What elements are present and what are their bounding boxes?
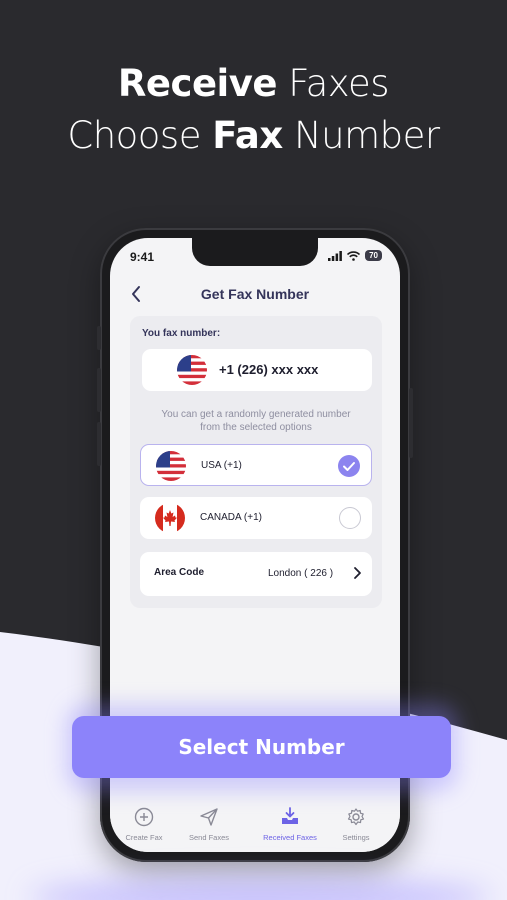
page-title: Get Fax Number bbox=[200, 286, 310, 302]
option-canada-label: CANADA (+1) bbox=[200, 512, 262, 523]
headline-fax: Fax bbox=[212, 114, 283, 157]
tab-received-faxes[interactable]: Received Faxes bbox=[254, 807, 326, 842]
hint-line-2: from the selected options bbox=[200, 422, 312, 433]
tab-send-faxes-label: Send Faxes bbox=[188, 833, 230, 842]
option-usa[interactable]: USA (+1) bbox=[140, 444, 372, 486]
phone-power-button bbox=[409, 388, 413, 458]
headline-number: Number bbox=[293, 114, 440, 157]
area-code-row[interactable]: Area Code London ( 226 ) bbox=[140, 552, 372, 596]
fax-number-card: You fax number: +1 (226) xxx xxx You can… bbox=[130, 316, 382, 608]
signal-icon bbox=[328, 250, 342, 261]
fax-number-display: +1 (226) xxx xxx bbox=[142, 349, 372, 391]
headline-faxes: Faxes bbox=[288, 62, 390, 105]
headline: Receive Faxes Choose Fax Number bbox=[0, 58, 507, 162]
paper-plane-icon bbox=[200, 808, 218, 826]
chevron-right-icon bbox=[354, 567, 361, 579]
gear-icon bbox=[347, 808, 365, 826]
check-icon[interactable] bbox=[338, 455, 360, 477]
tab-received-faxes-label: Received Faxes bbox=[263, 833, 317, 842]
select-number-button[interactable]: Select Number bbox=[72, 716, 451, 778]
us-flag-icon bbox=[156, 451, 186, 481]
option-usa-label: USA (+1) bbox=[201, 460, 242, 471]
notch bbox=[192, 238, 318, 266]
status-time: 9:41 bbox=[130, 250, 155, 264]
headline-line-2: Choose Fax Number bbox=[0, 110, 507, 162]
inbox-download-icon bbox=[282, 807, 298, 824]
phone-mute-switch bbox=[97, 326, 101, 350]
us-flag-icon bbox=[177, 355, 207, 385]
fax-number-label: You fax number: bbox=[142, 328, 221, 339]
headline-line-1: Receive Faxes bbox=[0, 58, 507, 110]
phone-volume-up bbox=[97, 368, 101, 412]
hint-line-1: You can get a randomly generated number bbox=[161, 409, 351, 420]
fax-number-value: +1 (226) xxx xxx bbox=[219, 362, 319, 377]
battery-indicator: 70 bbox=[365, 250, 382, 261]
tab-settings-label: Settings bbox=[342, 833, 370, 842]
plus-circle-icon bbox=[134, 807, 154, 827]
canada-flag-icon bbox=[155, 503, 185, 533]
radio-empty-icon[interactable] bbox=[339, 507, 361, 529]
tab-create-fax[interactable]: Create Fax bbox=[110, 807, 180, 842]
headline-receive: Receive bbox=[117, 62, 278, 105]
status-icons: 70 bbox=[328, 250, 382, 261]
area-code-value: London ( 226 ) bbox=[268, 568, 334, 579]
option-canada[interactable]: CANADA (+1) bbox=[140, 497, 372, 539]
phone-volume-down bbox=[97, 422, 101, 466]
tab-create-fax-label: Create Fax bbox=[125, 833, 163, 842]
area-code-label: Area Code bbox=[154, 567, 205, 578]
tab-bar: Create Fax Send Faxes Received Faxes Set… bbox=[110, 801, 400, 852]
wifi-icon bbox=[347, 250, 361, 261]
tab-send-faxes[interactable]: Send Faxes bbox=[173, 807, 245, 842]
random-number-hint: You can get a randomly generated number … bbox=[130, 408, 382, 434]
tab-settings[interactable]: Settings bbox=[320, 807, 392, 842]
headline-choose: Choose bbox=[67, 114, 201, 157]
